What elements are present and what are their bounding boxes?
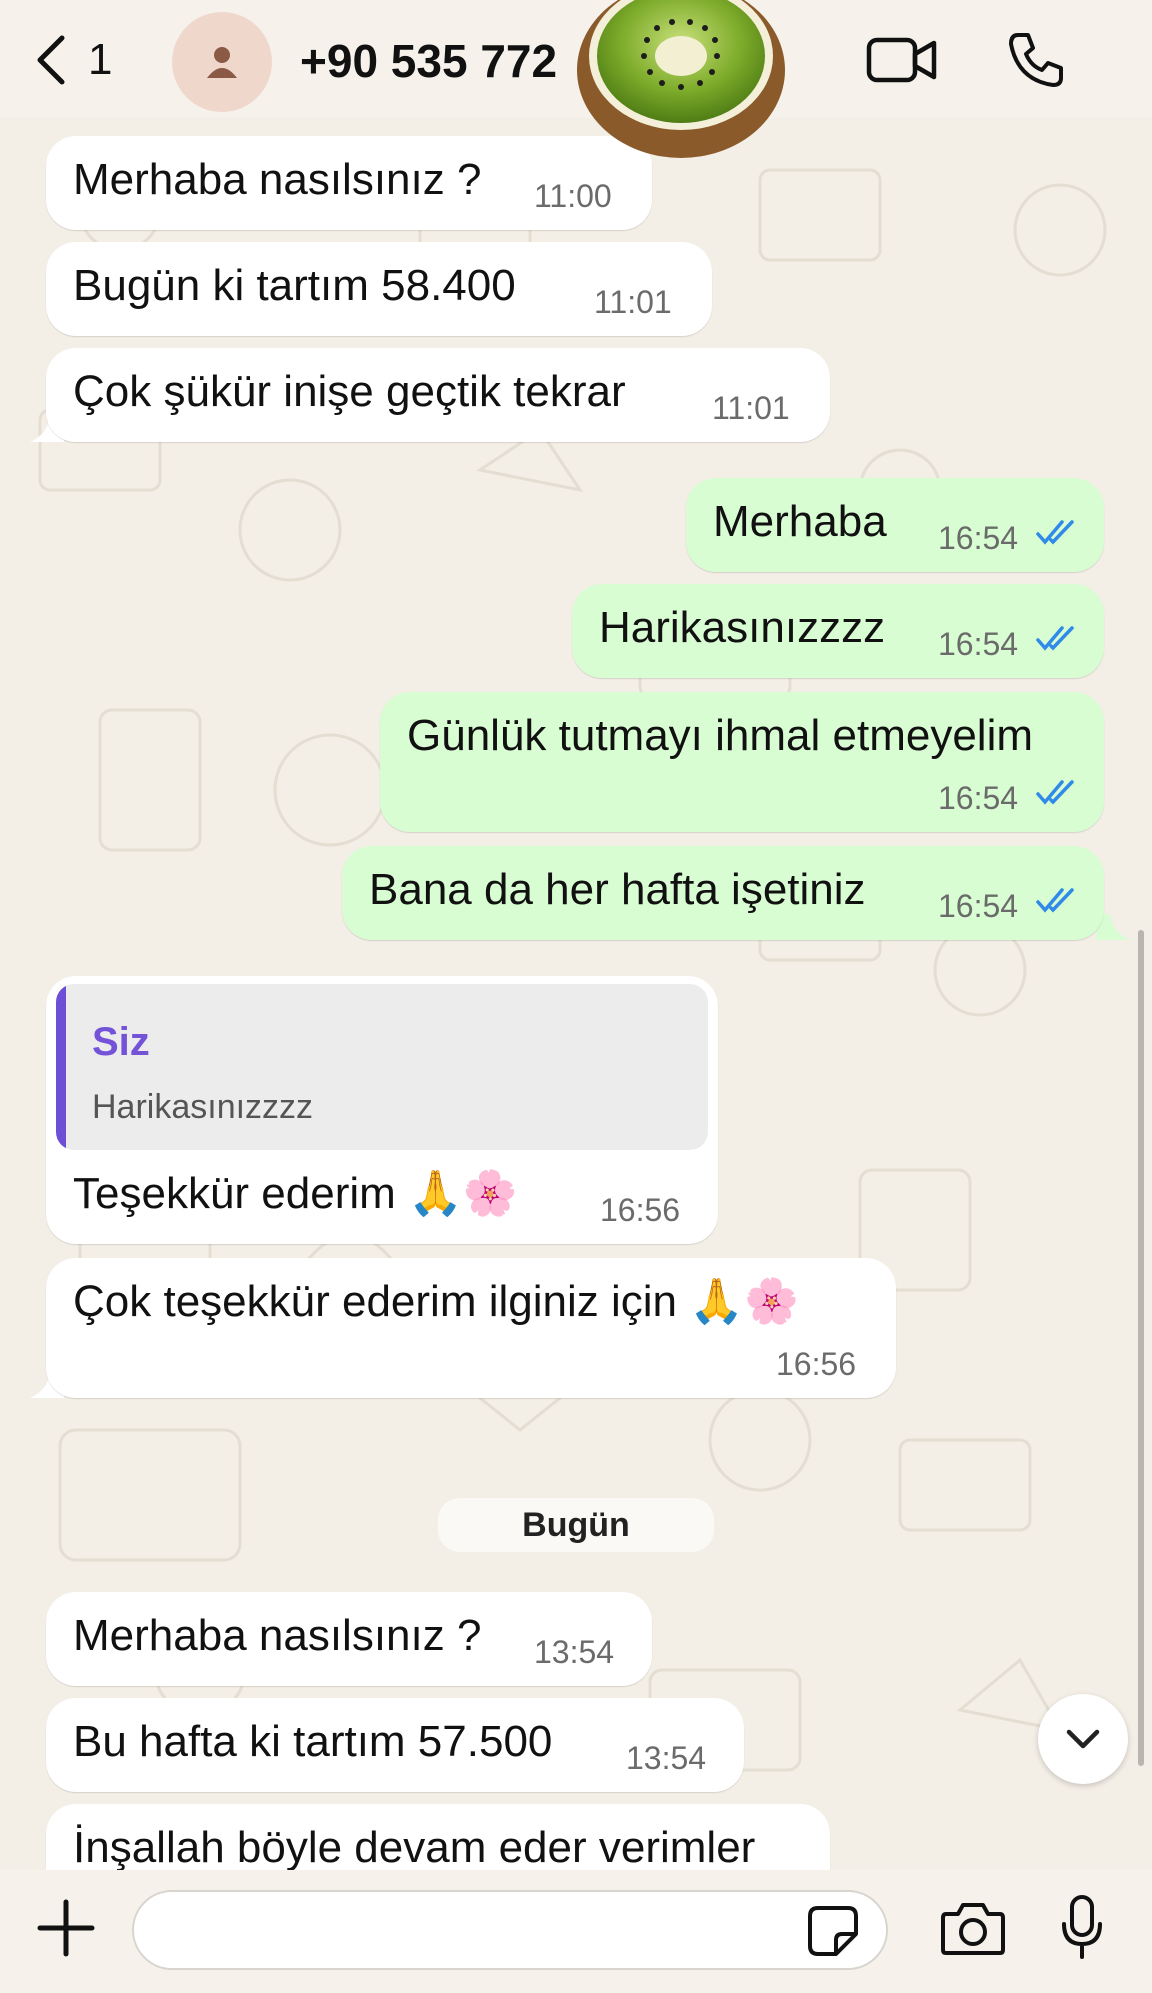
incoming-message[interactable]: Çok şükür inişe geçtik tekrar 11:01 <box>46 348 830 442</box>
message-time: 11:01 <box>712 390 790 426</box>
quote-author: Siz <box>92 1020 150 1064</box>
incoming-message[interactable]: Bugün ki tartım 58.400 11:01 <box>46 242 712 336</box>
outgoing-message[interactable]: Merhaba 16:54 <box>686 478 1104 572</box>
contact-avatar[interactable] <box>172 12 272 112</box>
read-receipt-icon <box>1036 888 1074 913</box>
message-time: 16:54 <box>938 888 1019 924</box>
message-time: 11:01 <box>594 284 672 320</box>
read-receipt-icon <box>1036 780 1074 805</box>
message-text: Merhaba nasılsınız ? <box>73 1611 482 1660</box>
date-separator: Bugün <box>438 1498 714 1552</box>
message-time: 16:56 <box>600 1192 681 1228</box>
message-time: 16:54 <box>938 780 1019 816</box>
plus-icon[interactable] <box>36 1898 96 1958</box>
scroll-to-bottom-button[interactable] <box>1038 1694 1128 1784</box>
message-input[interactable] <box>132 1890 888 1970</box>
quote-accent-bar <box>56 984 66 1150</box>
chevron-down-icon <box>1066 1729 1100 1749</box>
incoming-message[interactable]: Bu hafta ki tartım 57.500 13:54 <box>46 1698 744 1792</box>
microphone-icon[interactable] <box>1060 1894 1104 1960</box>
message-text: Günlük tutmayı ihmal etmeyelim <box>407 711 1033 760</box>
kiwi-sticker <box>577 0 785 158</box>
message-time: 16:54 <box>938 626 1019 662</box>
message-time: 13:54 <box>534 1634 615 1670</box>
read-receipt-icon <box>1036 626 1074 651</box>
outgoing-message[interactable]: Harikasınızzzz 16:54 <box>572 584 1104 678</box>
incoming-reply-message[interactable]: Siz Harikasınızzzz Teşekkür ederim 🙏🌸 16… <box>46 976 718 1244</box>
phone-icon[interactable] <box>1006 30 1066 90</box>
person-icon <box>207 47 237 78</box>
video-call-icon[interactable] <box>866 34 938 86</box>
outgoing-message[interactable]: Bana da her hafta işetiniz 16:54 <box>342 846 1104 940</box>
quote-text: Harikasınızzzz <box>92 1088 314 1126</box>
message-text: Harikasınızzzz <box>599 603 886 652</box>
quoted-message[interactable]: Siz Harikasınızzzz <box>56 984 708 1150</box>
message-text: Bu hafta ki tartım 57.500 <box>73 1717 553 1766</box>
scrollbar[interactable] <box>1138 930 1144 1766</box>
camera-icon[interactable] <box>940 1900 1006 1956</box>
back-button[interactable]: 1 <box>30 30 112 90</box>
chevron-left-icon <box>37 35 65 85</box>
sticker-icon[interactable] <box>806 1904 860 1958</box>
message-text: Çok şükür inişe geçtik tekrar <box>73 367 626 416</box>
unread-count: 1 <box>88 35 113 84</box>
message-time: 16:54 <box>938 520 1019 556</box>
outgoing-message[interactable]: Günlük tutmayı ihmal etmeyelim 16:54 <box>380 692 1104 832</box>
message-composer <box>0 1870 1152 1993</box>
message-text: Bana da her hafta işetiniz <box>369 865 866 914</box>
message-time: 16:56 <box>776 1346 857 1382</box>
message-text: İnşallah böyle devam eder verimler <box>73 1823 756 1872</box>
incoming-message[interactable]: Merhaba nasılsınız ? 13:54 <box>46 1592 652 1686</box>
message-time: 11:00 <box>534 178 612 214</box>
contact-name[interactable]: +90 535 772 <box>300 34 570 88</box>
message-text: Bugün ki tartım 58.400 <box>73 261 516 310</box>
message-text: Teşekkür ederim 🙏🌸 <box>73 1169 518 1218</box>
message-text: Merhaba <box>713 497 887 546</box>
message-text: Merhaba nasılsınız ? <box>73 155 482 204</box>
incoming-message[interactable]: Çok teşekkür ederim ilginiz için 🙏🌸 16:5… <box>46 1258 896 1398</box>
message-text: Çok teşekkür ederim ilginiz için 🙏🌸 <box>73 1277 799 1326</box>
read-receipt-icon <box>1036 520 1074 545</box>
message-time: 13:54 <box>626 1740 707 1776</box>
